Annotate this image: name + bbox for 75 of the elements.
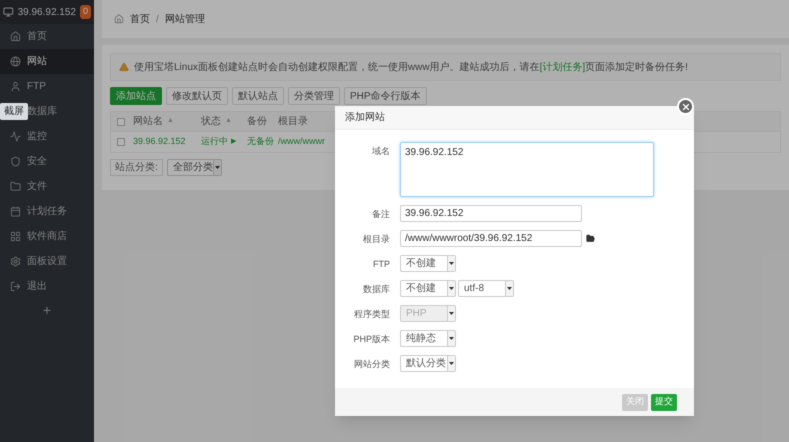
sidebar-item[interactable]: 退出 <box>0 274 94 299</box>
row-checkbox[interactable] <box>117 138 125 146</box>
column-header[interactable]: 网站名 <box>133 114 163 129</box>
sidebar-item[interactable]: 计划任务 <box>0 199 94 224</box>
caret-icon <box>447 306 455 321</box>
sidebar-item[interactable]: 安全 <box>0 149 94 174</box>
toolbar-button[interactable]: 默认站点 <box>232 87 284 105</box>
activity-icon <box>10 131 21 142</box>
field-label: 备注 <box>371 208 390 221</box>
warning-icon <box>119 62 129 72</box>
home-icon <box>10 31 21 42</box>
folder-icon <box>10 181 21 192</box>
screenshot-tooltip: 截屏 <box>0 103 28 120</box>
column-header[interactable]: 根目录 <box>278 114 308 129</box>
select-field[interactable]: 默认分类 <box>400 355 456 372</box>
caret-icon <box>212 160 221 175</box>
select-field[interactable]: 纯静态 <box>400 330 456 347</box>
notification-badge[interactable]: 0 <box>80 5 91 19</box>
site-name-link[interactable]: 39.96.92.152 <box>133 135 201 149</box>
sidebar-item[interactable]: 软件商店 <box>0 224 94 249</box>
root-directory-field[interactable]: /www/wwwroot/39.96.92.152 <box>400 230 582 247</box>
alert-text: 使用宝塔Linux面板创建站点时会自动创建权限配置，统一使用www用户。建站成功后，请在[计划任务]页面添加定时备份任务! <box>134 60 688 74</box>
backup-link[interactable]: 无备份 <box>247 135 278 149</box>
folder-icon[interactable] <box>586 234 595 243</box>
caret-icon <box>447 356 455 371</box>
caret-icon <box>505 281 513 296</box>
remark-field[interactable]: 39.96.92.152 <box>400 205 582 222</box>
field-label: FTP <box>372 258 390 271</box>
toolbar-button[interactable]: 修改默认页 <box>166 87 228 105</box>
status-text[interactable]: 运行中 <box>201 135 228 149</box>
caret-icon <box>447 331 455 346</box>
host-address: 39.96.92.152 <box>18 6 76 20</box>
shield-icon <box>10 156 21 167</box>
field-label: 数据库 <box>362 283 390 296</box>
field-label: PHP版本 <box>352 333 390 346</box>
logout-icon <box>10 281 21 292</box>
select-field[interactable]: utf-8 <box>458 280 514 297</box>
domain-textarea[interactable]: 39.96.92.152 <box>400 142 654 197</box>
schedule-link[interactable]: [计划任务] <box>540 62 586 72</box>
sidebar-item[interactable]: 网站 <box>0 49 94 74</box>
monitor-icon <box>3 6 14 18</box>
breadcrumb-separator: / <box>156 12 159 26</box>
field-label: 网站分类 <box>353 358 390 371</box>
sidebar-item[interactable]: FTP <box>0 74 94 99</box>
field-label: 域名 <box>371 145 390 158</box>
toolbar-button[interactable]: PHP命令行版本 <box>344 87 427 105</box>
sidebar-item[interactable]: 首页 <box>0 24 94 49</box>
sidebar-item[interactable]: 监控 <box>0 124 94 149</box>
column-header[interactable]: 备份 <box>247 114 267 129</box>
caret-icon <box>447 281 455 296</box>
field-label: 根目录 <box>362 233 390 246</box>
caret-icon <box>447 256 455 271</box>
sidebar-item[interactable]: 面板设置 <box>0 249 94 274</box>
column-header[interactable]: 状态 <box>201 114 221 129</box>
select-all-checkbox[interactable] <box>117 118 125 126</box>
toolbar-button[interactable]: 添加站点 <box>110 87 162 105</box>
calendar-icon <box>10 206 21 217</box>
root-path-link[interactable]: /www/wwwr <box>278 135 325 149</box>
person-icon <box>10 81 21 92</box>
grid-icon <box>10 231 21 242</box>
breadcrumb-current: 网站管理 <box>164 12 205 26</box>
select-field[interactable]: 不创建 <box>400 255 456 272</box>
sidebar-item[interactable]: 文件 <box>0 174 94 199</box>
toolbar-button[interactable]: 分类管理 <box>288 87 340 105</box>
filter-label: 站点分类: <box>110 159 163 176</box>
home-icon <box>114 14 124 24</box>
dialog-title: 添加网站 <box>345 110 385 125</box>
field-label: 程序类型 <box>353 308 390 321</box>
breadcrumb-link[interactable]: 首页 <box>130 12 150 26</box>
settings-icon <box>10 256 21 267</box>
select-field[interactable]: 全部分类 <box>166 159 222 176</box>
add-button[interactable]: + <box>42 303 52 317</box>
globe-icon <box>10 56 21 67</box>
select-field[interactable]: 不创建 <box>400 280 456 297</box>
submit-button[interactable]: 提交 <box>651 394 677 410</box>
